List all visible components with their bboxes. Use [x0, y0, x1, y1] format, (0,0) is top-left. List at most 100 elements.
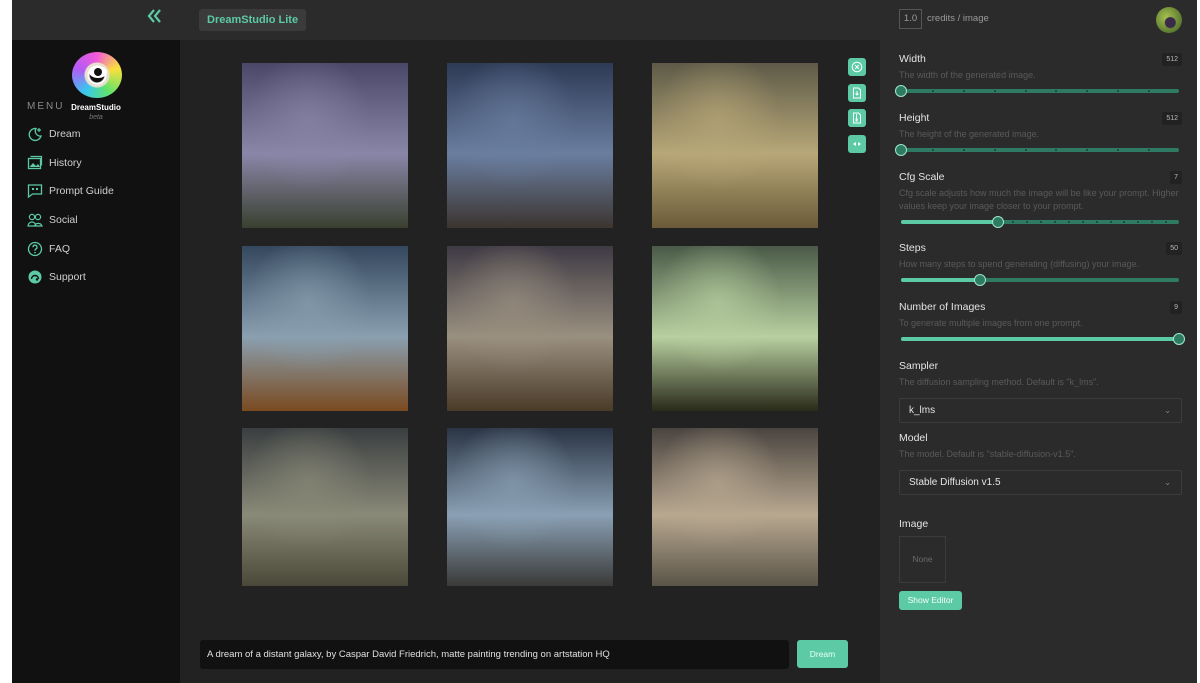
slider-thumb[interactable]: [895, 85, 907, 97]
width-value: 512: [1162, 53, 1182, 66]
height-value: 512: [1162, 112, 1182, 125]
settings-panel: 1.0 credits / image Width 512 The width …: [880, 0, 1197, 683]
sidebar-item-label: Prompt Guide: [49, 185, 114, 198]
generated-image-9[interactable]: [652, 428, 818, 586]
sidebar-item-prompt-guide[interactable]: Prompt Guide: [27, 177, 114, 206]
width-description: The width of the generated image.: [899, 70, 1036, 80]
arrows-icon: [853, 141, 861, 146]
init-image-dropzone[interactable]: None: [899, 536, 946, 583]
image-gallery-icon: [27, 155, 43, 171]
generated-image-8[interactable]: [447, 428, 613, 586]
sidebar-item-label: FAQ: [49, 242, 71, 255]
sidebar-item-history[interactable]: History: [27, 149, 114, 178]
slider-thumb[interactable]: [1173, 333, 1185, 345]
cfg-scale-label: Cfg Scale: [899, 171, 945, 183]
slider-thumb[interactable]: [974, 274, 987, 286]
main-canvas: Dream: [180, 40, 880, 683]
product-badge[interactable]: DreamStudio Lite: [199, 9, 307, 31]
generated-image-1[interactable]: [242, 63, 408, 228]
slider-tick: [1086, 149, 1089, 151]
model-selected: Stable Diffusion v1.5: [909, 477, 1001, 488]
image-setting: Image None Show Editor: [899, 518, 1182, 610]
sidebar-item-dream[interactable]: Dream: [27, 120, 114, 149]
double-chevron-left-icon: [147, 9, 161, 23]
sampler-label: Sampler: [899, 360, 939, 372]
steps-slider[interactable]: [901, 273, 1179, 287]
width-setting: Width 512 The width of the generated ima…: [895, 53, 1182, 98]
sampler-select[interactable]: k_lms ⌄: [899, 398, 1182, 423]
download-zip-button[interactable]: [848, 109, 866, 127]
dream-button[interactable]: Dream: [797, 640, 848, 668]
moon-sparkle-icon: [27, 126, 43, 142]
cfg-scale-setting: Cfg Scale 7 Cfg scale adjusts how much t…: [899, 171, 1182, 229]
sidebar-item-label: Support: [49, 271, 86, 284]
slider-track[interactable]: [901, 89, 1179, 93]
steps-value: 50: [1166, 242, 1182, 255]
slider-tick: [1117, 90, 1120, 92]
panel-header: 1.0 credits / image: [880, 0, 1197, 40]
users-icon: [27, 212, 43, 228]
steps-label: Steps: [899, 242, 926, 254]
generated-image-5[interactable]: [447, 246, 613, 411]
generated-image-6[interactable]: [652, 246, 818, 411]
sidebar-item-social[interactable]: Social: [27, 206, 114, 235]
collapse-sidebar-button[interactable]: [146, 8, 164, 28]
slider-thumb[interactable]: [992, 216, 1005, 228]
steps-description: How many steps to spend generating (diff…: [899, 259, 1139, 269]
app-window: DreamStudio Lite DreamStudio beta MENU D…: [12, 0, 1197, 683]
model-label: Model: [899, 432, 928, 444]
slider-tick: [1024, 149, 1027, 151]
height-label: Height: [899, 112, 930, 124]
slider-track[interactable]: [901, 148, 1179, 152]
slider-tick: [931, 149, 934, 151]
sidebar-menu: Dream History Prompt Guide Social FAQ Su…: [27, 120, 114, 292]
dreamstudio-logo[interactable]: [72, 52, 122, 98]
sampler-selected: k_lms: [909, 405, 936, 416]
generated-image-7[interactable]: [242, 428, 408, 586]
cfg-scale-slider[interactable]: [901, 215, 1179, 229]
slider-tick: [993, 90, 996, 92]
slider-tick: [1055, 149, 1058, 151]
more-button[interactable]: [848, 134, 866, 153]
model-select[interactable]: Stable Diffusion v1.5 ⌄: [899, 470, 1182, 495]
sidebar-item-faq[interactable]: FAQ: [27, 234, 114, 263]
slider-tick: [1123, 221, 1126, 223]
close-circle-icon: [851, 61, 863, 73]
prompt-input[interactable]: [200, 640, 789, 669]
height-description: The height of the generated image.: [899, 129, 1040, 139]
eye-icon: [89, 66, 107, 78]
clear-button[interactable]: [848, 58, 866, 76]
generated-image-4[interactable]: [242, 246, 408, 411]
question-circle-icon: [27, 241, 43, 257]
generated-image-2[interactable]: [447, 63, 613, 228]
slider-tick: [1081, 221, 1084, 223]
slider-tick: [962, 149, 965, 151]
num-images-label: Number of Images: [899, 301, 986, 313]
menu-title: MENU: [27, 101, 65, 112]
slider-thumb[interactable]: [895, 144, 907, 156]
num-images-slider[interactable]: [901, 332, 1185, 346]
slider-tick: [1026, 221, 1029, 223]
slider-fill: [901, 337, 1179, 341]
cfg-scale-value: 7: [1170, 171, 1182, 184]
num-images-setting: Number of Images 9 To generate multiple …: [899, 301, 1185, 346]
height-slider[interactable]: [895, 143, 1179, 157]
generated-image-3[interactable]: [652, 63, 818, 228]
width-slider[interactable]: [895, 84, 1179, 98]
steps-setting: Steps 50 How many steps to spend generat…: [899, 242, 1182, 287]
download-button[interactable]: [848, 83, 866, 102]
sidebar-item-support[interactable]: Support: [27, 263, 114, 292]
slider-tick: [1148, 149, 1151, 151]
width-label: Width: [899, 53, 926, 65]
sidebar-item-label: History: [49, 156, 82, 169]
height-setting: Height 512 The height of the generated i…: [895, 112, 1182, 157]
cfg-scale-description: Cfg scale adjusts how much the image wil…: [899, 188, 1179, 211]
chevron-down-icon: ⌄: [1164, 406, 1171, 415]
slider-tick: [1151, 221, 1154, 223]
slider-tick: [1086, 90, 1089, 92]
slider-tick: [1053, 221, 1056, 223]
slider-tick: [1067, 221, 1070, 223]
user-avatar[interactable]: [1156, 7, 1182, 33]
show-editor-button[interactable]: Show Editor: [899, 591, 962, 610]
num-images-description: To generate multiple images from one pro…: [899, 318, 1083, 328]
